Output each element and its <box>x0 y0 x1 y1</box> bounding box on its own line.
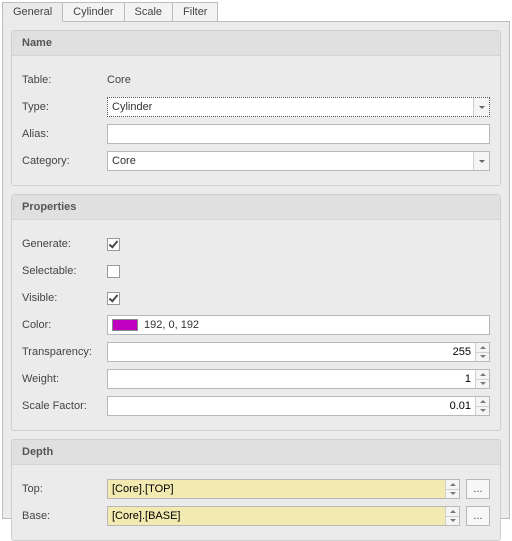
selectable-label: Selectable: <box>22 265 107 277</box>
type-label: Type: <box>22 101 107 113</box>
alias-label: Alias: <box>22 128 107 140</box>
chevron-down-icon <box>479 106 485 109</box>
generate-label: Generate: <box>22 238 107 250</box>
group-name-header: Name <box>12 31 500 56</box>
chevron-up-icon <box>480 400 486 403</box>
chevron-down-icon <box>480 382 486 385</box>
tab-page-general: Name Table: Core Type: Cylinder Alias: <box>2 21 510 519</box>
selectable-checkbox[interactable] <box>107 265 120 278</box>
visible-checkbox[interactable] <box>107 292 120 305</box>
chevron-up-icon <box>480 373 486 376</box>
top-spin-down[interactable] <box>446 489 459 499</box>
weight-spin-up[interactable] <box>476 370 489 379</box>
transparency-spin-up[interactable] <box>476 343 489 352</box>
generate-checkbox[interactable] <box>107 238 120 251</box>
color-swatch <box>112 319 138 331</box>
tab-cylinder[interactable]: Cylinder <box>62 2 124 21</box>
group-name: Name Table: Core Type: Cylinder Alias: <box>11 30 501 186</box>
category-combo-button[interactable] <box>473 152 489 170</box>
scalefactor-spin-up[interactable] <box>476 397 489 406</box>
chevron-down-icon <box>480 409 486 412</box>
transparency-spin-down[interactable] <box>476 352 489 362</box>
base-spin-down[interactable] <box>446 516 459 526</box>
base-field[interactable] <box>107 506 460 526</box>
scalefactor-input[interactable] <box>108 397 475 415</box>
type-combo-text: Cylinder <box>108 98 473 116</box>
chevron-up-icon <box>450 510 456 513</box>
chevron-up-icon <box>450 483 456 486</box>
table-value: Core <box>107 74 131 86</box>
tab-general[interactable]: General <box>2 2 63 22</box>
chevron-down-icon <box>480 355 486 358</box>
visible-label: Visible: <box>22 292 107 304</box>
transparency-label: Transparency: <box>22 346 107 358</box>
weight-input[interactable] <box>108 370 475 388</box>
tab-filter[interactable]: Filter <box>172 2 218 21</box>
scalefactor-spinner[interactable] <box>107 396 490 416</box>
table-label: Table: <box>22 74 107 86</box>
group-depth-header: Depth <box>12 440 500 465</box>
category-combo-text: Core <box>108 152 473 170</box>
type-combo[interactable]: Cylinder <box>107 97 490 117</box>
chevron-down-icon <box>450 492 456 495</box>
top-spin-up[interactable] <box>446 480 459 489</box>
color-text: 192, 0, 192 <box>144 319 199 331</box>
group-depth: Depth Top: ... Base: <box>11 439 501 541</box>
color-picker[interactable]: 192, 0, 192 <box>107 315 490 335</box>
group-properties-header: Properties <box>12 195 500 220</box>
color-label: Color: <box>22 319 107 331</box>
category-label: Category: <box>22 155 107 167</box>
top-label: Top: <box>22 483 107 495</box>
weight-spinner[interactable] <box>107 369 490 389</box>
base-browse-button[interactable]: ... <box>466 506 490 526</box>
weight-label: Weight: <box>22 373 107 385</box>
base-input[interactable] <box>108 507 445 525</box>
scalefactor-label: Scale Factor: <box>22 400 107 412</box>
tab-scale[interactable]: Scale <box>124 2 174 21</box>
base-spin-up[interactable] <box>446 507 459 516</box>
group-properties: Properties Generate: Selectable: Visible… <box>11 194 501 431</box>
alias-input[interactable] <box>107 124 490 144</box>
weight-spin-down[interactable] <box>476 379 489 389</box>
top-field[interactable] <box>107 479 460 499</box>
tab-strip: General Cylinder Scale Filter <box>0 0 512 21</box>
chevron-up-icon <box>480 346 486 349</box>
chevron-down-icon <box>479 160 485 163</box>
category-combo[interactable]: Core <box>107 151 490 171</box>
type-combo-button[interactable] <box>473 98 489 116</box>
scalefactor-spin-down[interactable] <box>476 406 489 416</box>
base-label: Base: <box>22 510 107 522</box>
top-input[interactable] <box>108 480 445 498</box>
transparency-spinner[interactable] <box>107 342 490 362</box>
transparency-input[interactable] <box>108 343 475 361</box>
top-browse-button[interactable]: ... <box>466 479 490 499</box>
